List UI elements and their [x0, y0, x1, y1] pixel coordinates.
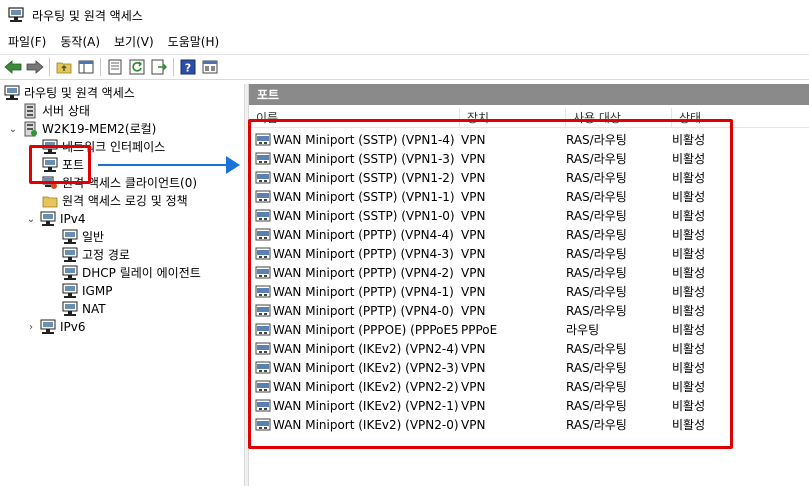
tree-node-ipv6[interactable]: › IPv6 — [26, 318, 86, 336]
menu-action[interactable]: 동작(A) — [53, 30, 107, 54]
svg-text:?: ? — [185, 62, 191, 75]
title-bar: 라우팅 및 원격 액세스 — [0, 0, 809, 30]
tree-node-static-routes[interactable]: 고정 경로 — [62, 246, 130, 264]
tree-label: W2K19-MEM2(로컬) — [42, 122, 157, 136]
tree-node-w2k19-mem2[interactable]: ⌄ W2K19-MEM2(로컬) — [8, 120, 156, 138]
server-local-icon — [24, 121, 37, 137]
tree-node-server-status[interactable]: 서버 상태 — [22, 102, 90, 120]
pane-header: 포트 — [249, 84, 809, 105]
refresh-button[interactable] — [126, 56, 148, 78]
chevron-right-icon[interactable]: › — [26, 322, 36, 333]
properties-icon — [108, 59, 122, 75]
tree-label: 고정 경로 — [82, 248, 130, 262]
tree-label: 원격 액세스 로깅 및 정책 — [62, 194, 188, 208]
export-list-icon — [151, 59, 167, 75]
tree-label: DHCP 릴레이 에이전트 — [82, 266, 201, 280]
properties-button[interactable] — [104, 56, 126, 78]
forward-icon — [26, 60, 44, 74]
highlight-port-list — [248, 119, 733, 449]
tree-node-logging-policy[interactable]: 원격 액세스 로깅 및 정책 — [42, 192, 188, 210]
tree-label: IPv4 — [60, 212, 86, 226]
tree-label: NAT — [82, 302, 106, 316]
general-icon — [62, 229, 78, 244]
help-button[interactable]: ? — [177, 56, 199, 78]
tree-label: 라우팅 및 원격 액세스 — [24, 86, 135, 100]
refresh-icon — [129, 59, 145, 75]
back-icon — [4, 60, 22, 74]
tree-label: 서버 상태 — [42, 104, 90, 118]
dhcp-relay-icon — [62, 265, 78, 280]
tree-label: IGMP — [82, 284, 113, 298]
tree-node-ipv4[interactable]: ⌄ IPv4 — [26, 210, 86, 228]
arrow-icon — [98, 156, 240, 174]
export-list-button[interactable] — [148, 56, 170, 78]
toolbar-separator — [100, 58, 101, 76]
ipv4-icon — [40, 211, 56, 226]
view-button[interactable] — [199, 56, 221, 78]
static-routes-icon — [62, 247, 78, 262]
view-icon — [202, 60, 218, 74]
menu-bar: 파일(F) 동작(A) 보기(V) 도움말(H) — [0, 30, 809, 54]
tree-node-dhcp-relay[interactable]: DHCP 릴레이 에이전트 — [62, 264, 201, 282]
up-folder-button[interactable] — [53, 56, 75, 78]
menu-view[interactable]: 보기(V) — [107, 30, 161, 54]
ipv6-icon — [40, 319, 56, 334]
folder-icon — [42, 196, 58, 208]
toolbar: ? — [0, 54, 809, 80]
show-hide-tree-icon — [78, 60, 94, 74]
menu-file[interactable]: 파일(F) — [0, 30, 53, 54]
menu-help[interactable]: 도움말(H) — [161, 30, 227, 54]
nat-icon — [62, 301, 78, 316]
highlight-ports-node — [29, 145, 91, 184]
up-folder-icon — [56, 62, 72, 74]
window-title: 라우팅 및 원격 액세스 — [32, 8, 143, 23]
igmp-icon — [62, 283, 78, 298]
tree-node-routing-root[interactable]: 라우팅 및 원격 액세스 — [4, 84, 135, 102]
tree-node-nat[interactable]: NAT — [62, 300, 106, 318]
chevron-down-icon[interactable]: ⌄ — [8, 124, 18, 135]
tree-node-igmp[interactable]: IGMP — [62, 282, 112, 300]
show-hide-tree-button[interactable] — [75, 56, 97, 78]
tree-label: 일반 — [82, 230, 105, 244]
routing-app-icon — [8, 7, 24, 22]
server-status-icon — [24, 103, 36, 119]
tree-label: IPv6 — [60, 320, 86, 334]
back-button[interactable] — [2, 56, 24, 78]
tree-node-general[interactable]: 일반 — [62, 228, 104, 246]
chevron-down-icon[interactable]: ⌄ — [26, 214, 36, 225]
server-icon — [4, 85, 20, 100]
toolbar-separator — [173, 58, 174, 76]
help-icon: ? — [180, 59, 196, 75]
forward-button[interactable] — [24, 56, 46, 78]
toolbar-separator — [49, 58, 50, 76]
